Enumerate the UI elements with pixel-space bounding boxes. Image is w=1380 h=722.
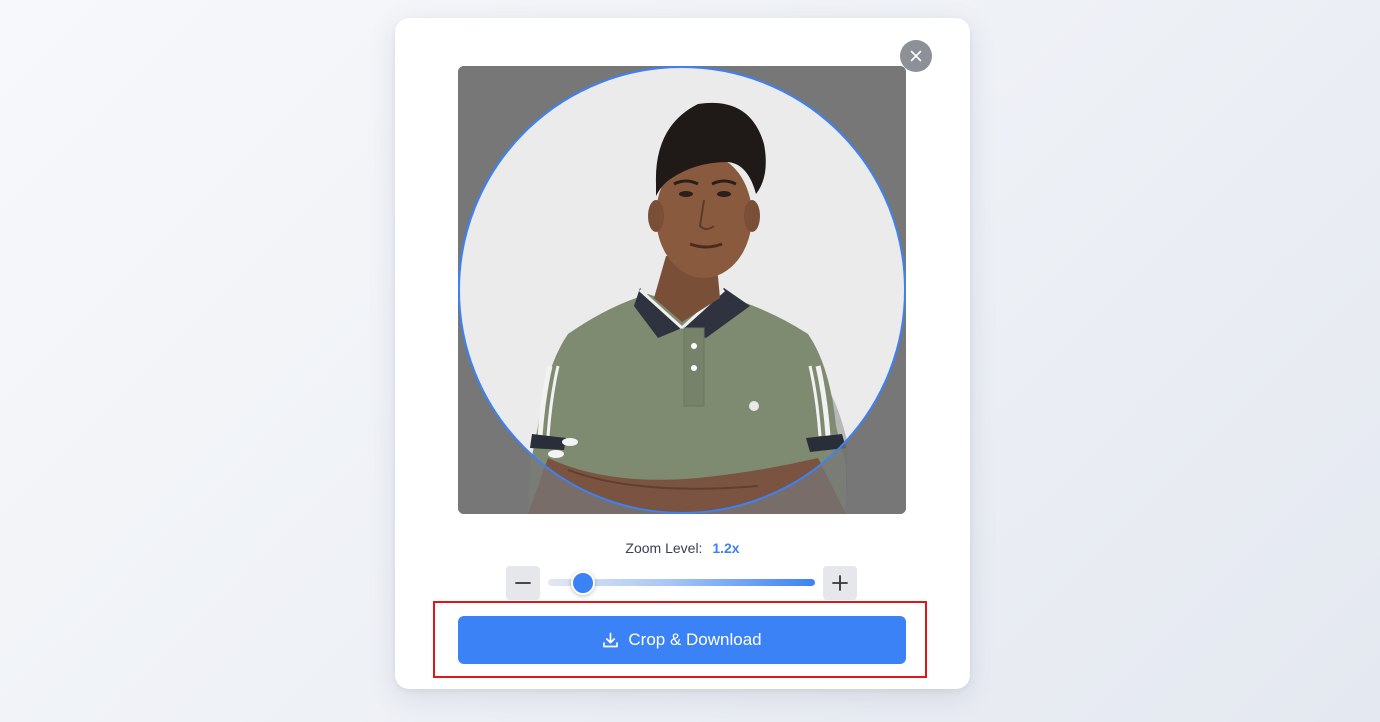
download-icon bbox=[603, 632, 619, 647]
minus-icon bbox=[515, 582, 531, 584]
zoom-level-row: Zoom Level: 1.2x bbox=[395, 540, 970, 556]
close-icon bbox=[910, 50, 922, 62]
zoom-level-label: Zoom Level: bbox=[625, 540, 703, 556]
zoom-level-value: 1.2x bbox=[712, 540, 740, 556]
crop-download-button[interactable]: Crop & Download bbox=[458, 616, 906, 664]
crop-download-label: Crop & Download bbox=[628, 630, 762, 649]
crop-area[interactable] bbox=[458, 66, 906, 514]
zoom-in-button[interactable] bbox=[823, 566, 857, 600]
plus-icon bbox=[832, 575, 848, 591]
zoom-slider-thumb[interactable] bbox=[571, 571, 595, 595]
profile-photo bbox=[458, 66, 906, 514]
crop-dialog: Zoom Level: 1.2x Crop & Download bbox=[395, 18, 970, 689]
zoom-out-button[interactable] bbox=[506, 566, 540, 600]
close-button[interactable] bbox=[900, 40, 932, 72]
